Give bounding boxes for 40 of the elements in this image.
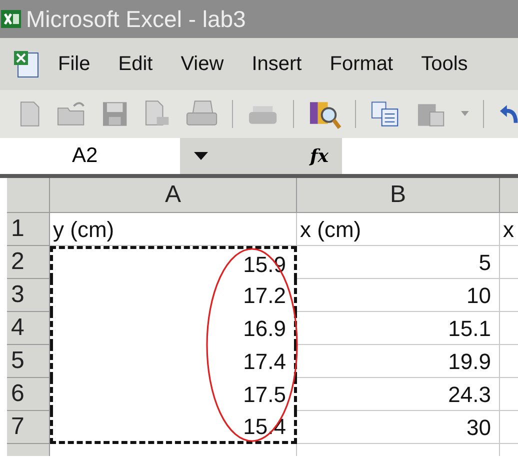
table-cell: 19.9	[297, 345, 500, 378]
row-header[interactable]: 2	[7, 246, 50, 279]
spreadsheet-logo-icon	[0, 8, 22, 30]
table-cell: 15.1	[297, 312, 500, 345]
menu-item[interactable]: Edit	[118, 49, 153, 79]
table-cell: 17.4	[50, 345, 297, 378]
select-all-corner[interactable]	[7, 178, 50, 213]
window-title: Microsoft Excel - lab3	[26, 4, 246, 34]
column-header[interactable]: B	[297, 178, 500, 213]
table-cell: 30	[297, 411, 500, 444]
table-cell: 5	[297, 246, 500, 279]
formula-input[interactable]	[342, 138, 518, 174]
menu-item[interactable]: File	[58, 49, 90, 79]
menu-item[interactable]: Tools	[421, 49, 468, 79]
table-cell: x (cm)	[297, 213, 500, 246]
cell-reference: A2	[71, 143, 98, 170]
row-header[interactable]: 1	[7, 213, 50, 246]
table-cell: x	[500, 213, 518, 246]
table-cell: y (cm)	[50, 213, 297, 246]
row-header[interactable]: 7	[7, 411, 50, 444]
row-header[interactable]: 5	[7, 345, 50, 378]
row-header[interactable]: 3	[7, 279, 50, 312]
document-icon	[12, 49, 40, 79]
menu-item[interactable]: Format	[330, 49, 394, 79]
name-box[interactable]: A2	[0, 138, 180, 174]
table-cell: 10	[297, 279, 500, 312]
table-cell: 17.5	[50, 378, 297, 411]
menu-item[interactable]: View	[180, 49, 224, 79]
row-header[interactable]: 6	[7, 378, 50, 411]
row-header[interactable]	[7, 444, 50, 456]
row-header[interactable]: 4	[7, 312, 50, 345]
function-label[interactable]: fx	[310, 142, 328, 170]
column-header[interactable]	[500, 178, 518, 213]
column-header[interactable]: A	[50, 178, 297, 213]
table-cell: 24.3	[297, 378, 500, 411]
dropdown-arrow-icon[interactable]	[194, 152, 208, 160]
table-cell: 17.2	[50, 279, 297, 312]
menu-item[interactable]: Insert	[252, 49, 302, 79]
new-document-icon[interactable]	[18, 100, 42, 128]
table-cell: 16.9	[50, 312, 297, 345]
